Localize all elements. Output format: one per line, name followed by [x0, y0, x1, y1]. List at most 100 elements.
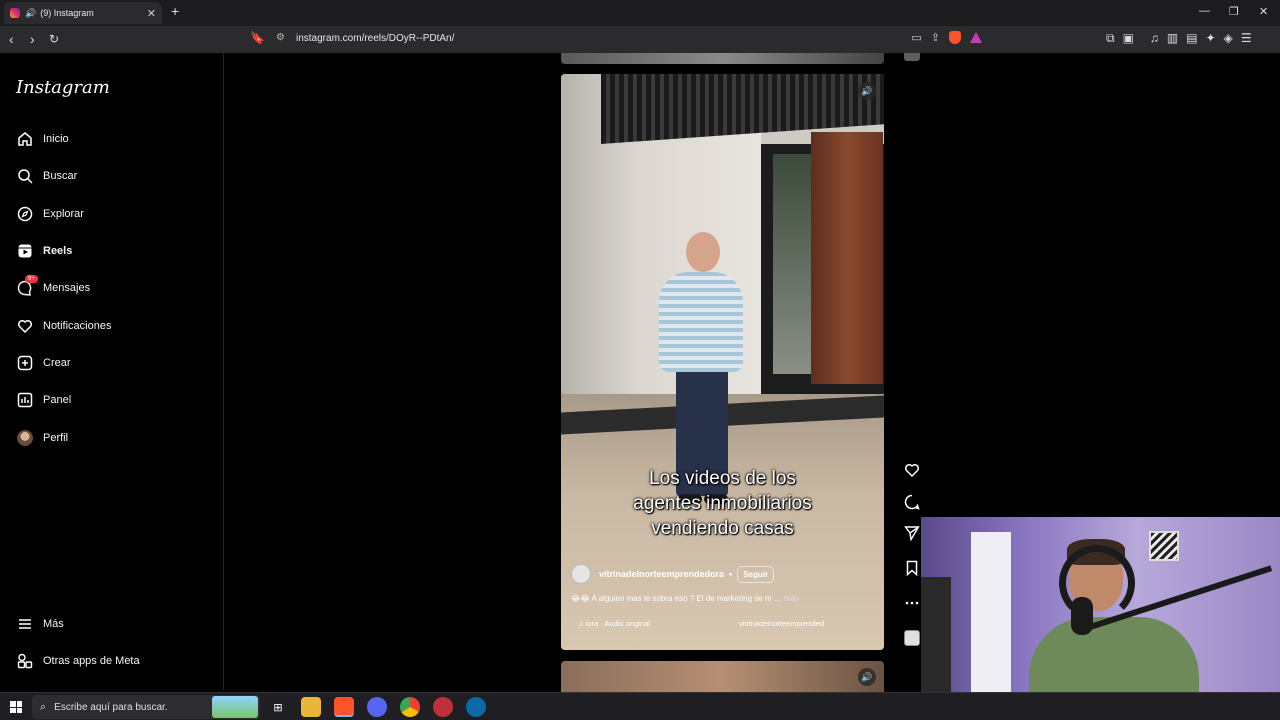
speaker-icon[interactable]: 🔊: [25, 8, 36, 19]
browser-toolbar: ‹ › ↻ 🔖 ⚙ instagram.com/reels/DOyR--PDtA…: [0, 26, 1280, 53]
notification-badge: 9+: [25, 275, 38, 283]
leo-ai-icon[interactable]: ✦: [1206, 31, 1216, 46]
video-caption-overlay: Los videos de los agentes inmobiliarios …: [561, 466, 884, 541]
menu-icon: [16, 615, 34, 633]
volume-icon[interactable]: 🔊: [858, 82, 876, 100]
extensions-area: ⧉ ▣ ♫ ▥ ▤ ✦ ◈ ☰: [1106, 31, 1252, 46]
next-reel-thumbnail[interactable]: 🔊: [561, 661, 884, 692]
previous-reel-thumbnail[interactable]: [561, 53, 884, 64]
tab-close-icon[interactable]: ✕: [147, 7, 156, 20]
taskbar-search[interactable]: ⌕ Escribe aquí para buscar.: [32, 695, 260, 719]
extensions-icon[interactable]: ⧉: [1106, 31, 1115, 46]
taskbar-apps: ⊞: [268, 697, 486, 717]
forward-icon[interactable]: ›: [30, 31, 35, 47]
brave-shields-icon[interactable]: [949, 31, 961, 44]
follow-button[interactable]: Seguir: [737, 565, 775, 583]
restore-button[interactable]: ❐: [1229, 5, 1239, 18]
share-icon[interactable]: [902, 523, 922, 543]
profile-avatar: [16, 429, 34, 447]
video-person-shirt: [659, 272, 743, 372]
sidebar-item-label: Inicio: [43, 133, 69, 145]
instagram-favicon-icon: [10, 8, 20, 18]
heart-icon: [16, 317, 34, 335]
discord-icon[interactable]: [367, 697, 387, 717]
site-info-icon[interactable]: ⚙: [276, 32, 285, 43]
sidebar-item-buscar[interactable]: Buscar: [16, 165, 77, 187]
sidebar-item-crear[interactable]: Crear: [16, 352, 71, 374]
caption-line: agentes inmobiliarios: [633, 493, 812, 514]
wallet-icon[interactable]: ▤: [1186, 31, 1197, 46]
close-window-button[interactable]: ✕: [1259, 5, 1268, 18]
volume-icon[interactable]: 🔊: [858, 668, 876, 686]
new-tab-button[interactable]: +: [171, 3, 179, 19]
obs-icon[interactable]: [433, 697, 453, 717]
sidebar-item-label: Buscar: [43, 170, 78, 182]
webcam-door: [971, 532, 1011, 692]
screen: 🔊 (9) Instagram ✕ + — ❐ ✕ ‹ › ↻ 🔖 ⚙ inst…: [0, 0, 1280, 720]
more-link[interactable]: más: [784, 594, 799, 603]
menu-icon[interactable]: ☰: [1241, 31, 1252, 46]
taskbar-search-placeholder: Escribe aquí para buscar.: [54, 701, 168, 713]
compass-icon: [16, 205, 34, 223]
file-explorer-icon[interactable]: [301, 697, 321, 717]
sidebar-item-mensajes[interactable]: 9+ Mensajes: [16, 275, 91, 299]
windows-start-icon[interactable]: [10, 701, 22, 713]
sidebar-item-label: Panel: [43, 394, 72, 406]
sidebar-item-label: Reels: [43, 245, 73, 257]
sidebar-item-notificaciones[interactable]: Notificaciones: [16, 315, 111, 337]
bookmark-icon[interactable]: 🔖: [250, 31, 265, 45]
brave-rewards-icon[interactable]: [970, 32, 982, 43]
reels-icon: [16, 242, 34, 260]
sidebar-icon[interactable]: ▥: [1167, 31, 1178, 46]
audio-user[interactable]: vitrinadelnorteemprended: [739, 619, 824, 628]
task-view-icon[interactable]: ⊞: [268, 697, 288, 717]
media-icon[interactable]: ♫: [1150, 31, 1159, 46]
audio-row: ♫ iora · Audio original vitrinadelnortee…: [571, 619, 876, 628]
caption-line: Los videos de los: [649, 468, 796, 489]
brave-browser-icon[interactable]: [334, 697, 354, 717]
cast-icon[interactable]: ▭: [911, 31, 921, 44]
audio-link[interactable]: ♫ iora · Audio original: [578, 619, 650, 628]
save-icon[interactable]: [902, 558, 922, 578]
webcam-person-body: [1029, 617, 1199, 692]
league-icon[interactable]: [466, 697, 486, 717]
share-icon[interactable]: ⇪: [931, 31, 940, 44]
url-text[interactable]: instagram.com/reels/DOyR--PDtAn/: [296, 33, 454, 44]
chrome-icon[interactable]: [400, 697, 420, 717]
instagram-logo[interactable]: Instagram: [16, 77, 110, 98]
reload-icon[interactable]: ↻: [49, 31, 59, 47]
sidebar-item-reels[interactable]: Reels: [16, 240, 72, 262]
address-bar[interactable]: 🔖 ⚙ instagram.com/reels/DOyR--PDtAn/ ▭ ⇪: [244, 29, 990, 50]
search-highlight-image: [212, 696, 258, 718]
previous-audio-thumbnail[interactable]: [904, 53, 920, 61]
author-username[interactable]: vitrinadelnorteemprendedora: [599, 569, 724, 579]
home-icon: [16, 130, 34, 148]
more-options-icon[interactable]: [902, 593, 922, 613]
plus-square-icon: [16, 354, 34, 372]
webcam-wall-frame: [1149, 531, 1179, 561]
browser-tabbar: 🔊 (9) Instagram ✕ + — ❐ ✕: [0, 0, 1280, 26]
minimize-button[interactable]: —: [1199, 5, 1210, 17]
screenshot-icon[interactable]: ▣: [1123, 31, 1134, 46]
sidebar-item-label: Perfil: [43, 432, 69, 444]
like-icon[interactable]: [902, 460, 922, 480]
webcam-chair: [921, 577, 951, 692]
author-avatar[interactable]: [571, 564, 591, 584]
browser-tab[interactable]: 🔊 (9) Instagram ✕: [4, 2, 162, 24]
reel-video[interactable]: 🔊 Los videos de los agentes inmobiliario…: [561, 74, 884, 650]
sidebar-item-panel[interactable]: Panel: [16, 389, 71, 411]
reel-description[interactable]: 😂😂 A alguien mas le sobra eso ? El de ma…: [571, 594, 876, 603]
sidebar-item-explorar[interactable]: Explorar: [16, 203, 84, 225]
reel-meta: vitrinadelnorteemprendedora • Seguir 😂😂 …: [571, 564, 876, 628]
back-icon[interactable]: ‹: [9, 31, 14, 47]
video-scene-wood-door: [811, 132, 883, 384]
sidebar-item-label: Mensajes: [43, 282, 91, 294]
sidebar-item-perfil[interactable]: Perfil: [16, 427, 68, 449]
vpn-icon[interactable]: ◈: [1224, 31, 1233, 46]
messenger-icon: 9+: [16, 275, 38, 297]
audio-thumbnail[interactable]: [904, 630, 920, 646]
sidebar-item-mas[interactable]: Más: [16, 613, 64, 635]
sidebar-item-meta-apps[interactable]: Otras apps de Meta: [16, 650, 140, 672]
comment-icon[interactable]: [902, 492, 922, 512]
sidebar-item-inicio[interactable]: Inicio: [16, 128, 69, 150]
